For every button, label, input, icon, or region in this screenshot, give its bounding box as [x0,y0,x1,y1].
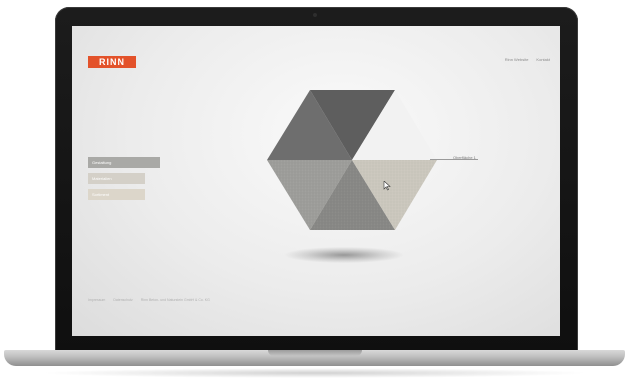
webcam-dot [313,13,317,17]
mouse-cursor-icon [383,181,391,191]
hexagon-texture-overlay [267,160,437,230]
footer-company-name: Rinn Beton- und Naturstein GmbH & Co. KG [140,298,210,302]
side-menu-item-gestaltung[interactable]: Gestaltung [88,157,160,168]
side-menu-item-materialien[interactable]: Materialien [88,173,145,184]
side-menu-item-sortiment[interactable]: Sortiment [88,189,145,200]
rinn-logo[interactable]: RINN [88,56,136,68]
side-menu: Gestaltung Materialien Sortiment [88,157,160,205]
footer-links: Impressum Datenschutz Rinn Beton- und Na… [88,298,210,302]
nav-link-kontakt[interactable]: Kontakt [536,57,550,62]
footer-link-impressum[interactable]: Impressum [88,298,105,302]
laptop-mockup: RINN Rinn Website Kontakt Gestaltung Mat… [0,0,629,390]
hexagon-shadow [285,247,403,263]
nav-link-rinn-website[interactable]: Rinn Website [505,57,529,62]
callout-label: Oberfläche 1 [453,155,476,160]
laptop-notch [268,350,362,356]
laptop-screen: RINN Rinn Website Kontakt Gestaltung Mat… [72,26,560,336]
hexagon-material-selector [267,90,437,230]
top-navigation: Rinn Website Kontakt [505,57,550,62]
footer-link-datenschutz[interactable]: Datenschutz [113,298,132,302]
laptop-ground-shadow [40,368,589,378]
